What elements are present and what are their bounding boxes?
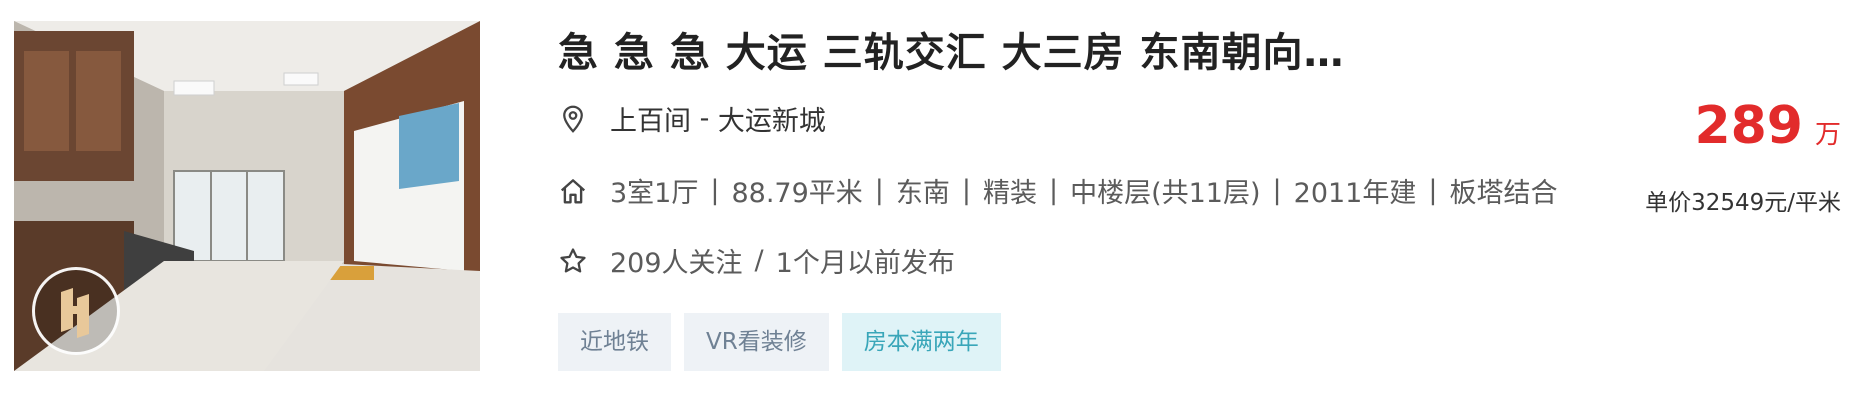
star-icon[interactable] — [558, 246, 588, 276]
tag-list: 近地铁 VR看装修 房本满两年 — [558, 313, 1001, 371]
community-link[interactable]: 上百间 — [610, 99, 691, 138]
house-orientation: 东南 — [895, 178, 950, 209]
house-building-type: 板塔结合 — [1449, 178, 1558, 209]
meta-separator: | — [1272, 175, 1282, 206]
location-pin-icon — [558, 104, 588, 134]
publish-time: 1个月以前发布 — [775, 248, 955, 279]
meta-separator: | — [710, 175, 720, 206]
meta-separator: | — [961, 175, 971, 206]
meta-separator: | — [1048, 175, 1059, 206]
house-decoration: 精装 — [982, 178, 1037, 209]
follow-row: 209人关注 / 1个月以前发布 — [558, 241, 955, 280]
house-icon — [558, 176, 588, 206]
house-built-year: 2011年建 — [1293, 178, 1417, 209]
house-floor: 中楼层(共11层) — [1070, 178, 1261, 209]
vr-badge-glyph — [61, 288, 89, 338]
tag-near-subway: 近地铁 — [558, 313, 671, 371]
unit-price: 单价32549元/平米 — [1645, 190, 1841, 216]
meta-separator: | — [1428, 175, 1438, 206]
total-price: 289 万 — [1694, 96, 1841, 156]
total-price-unit: 万 — [1814, 120, 1841, 150]
house-info-row: 3室1厅 | 88.79平米 | 东南 | 精装 | 中楼层(共11层) | 2… — [558, 171, 1557, 210]
house-size: 88.79平米 — [731, 178, 863, 209]
house-layout: 3室1厅 — [610, 178, 699, 209]
follow-separator: / — [754, 245, 764, 276]
tag-vr-decoration: VR看装修 — [684, 313, 829, 371]
tag-property-two-years: 房本满两年 — [841, 313, 1001, 371]
listing-title[interactable]: 急 急 急 大运 三轨交汇 大三房 东南朝向… — [558, 20, 1345, 78]
follower-count: 209人关注 — [610, 248, 743, 279]
vr-badge-icon[interactable] — [32, 267, 120, 355]
meta-separator: | — [874, 175, 884, 206]
location-row: 上百间 - 大运新城 — [558, 99, 826, 138]
area-link[interactable]: 大运新城 — [718, 99, 826, 138]
total-price-value: 289 — [1694, 96, 1803, 156]
listing-photo[interactable] — [14, 21, 480, 371]
location-separator: - — [691, 103, 718, 134]
